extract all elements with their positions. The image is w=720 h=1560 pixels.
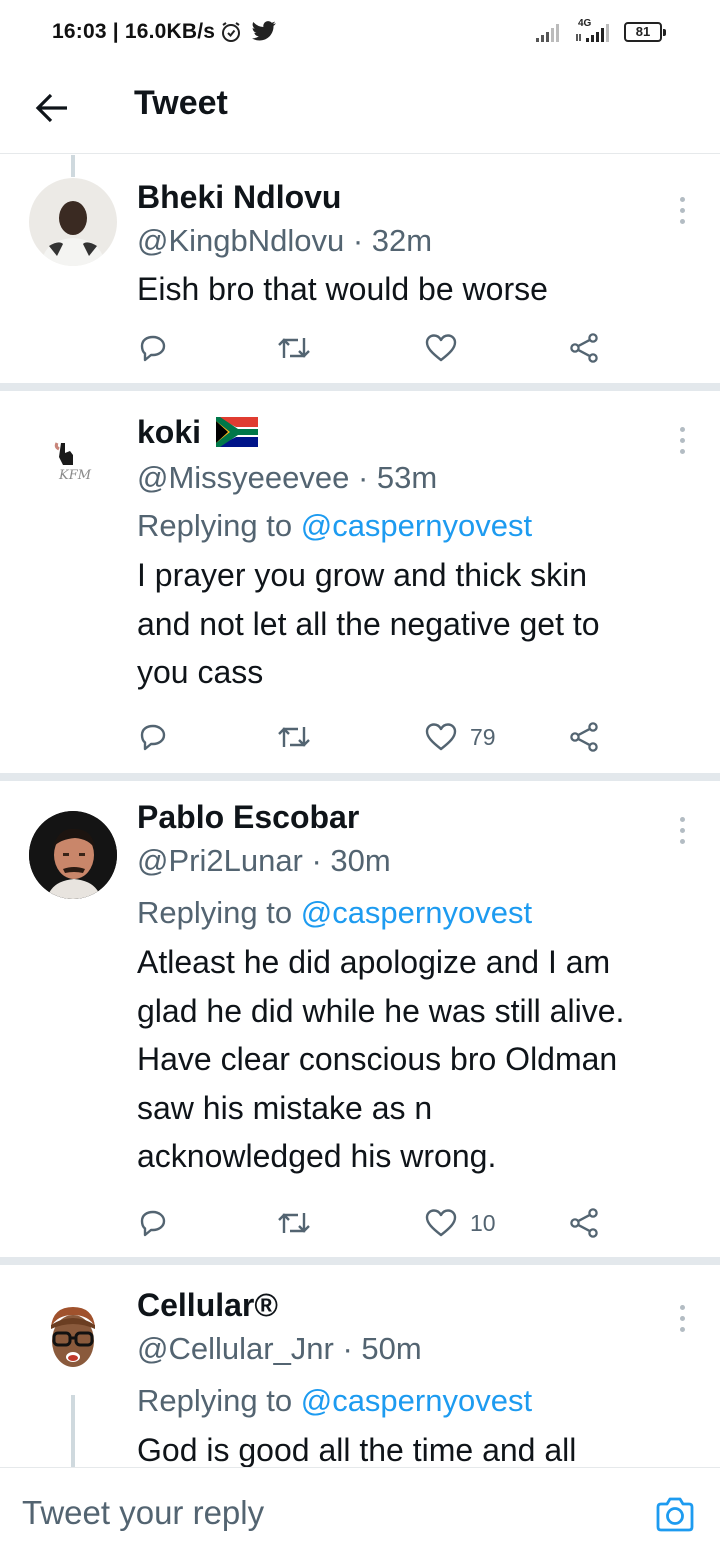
author-name[interactable]: Cellular® [137,1287,278,1324]
thread-line [71,155,75,177]
twitter-bird-icon [252,21,276,41]
signal-4g-icon [576,24,609,42]
more-options-button[interactable] [668,191,698,231]
avatar[interactable] [29,178,117,266]
tweet-actions: 79 [0,717,720,757]
author-handle-time: @Pri2Lunar · 30m [137,843,391,878]
author-name[interactable]: koki [137,414,258,451]
tweet-text: God is good all the time and all [137,1432,577,1467]
tweet-actions [0,328,720,368]
camera-button[interactable] [654,1494,696,1536]
replying-to: Replying to @caspernyovest [137,895,533,930]
app-header: Tweet [0,62,720,154]
share-icon [570,333,598,363]
retweet-icon [278,1213,310,1233]
retweet-icon [278,338,310,358]
avatar[interactable] [29,811,117,899]
author-handle-time: @Cellular_Jnr · 50m [137,1331,422,1366]
retweet-button[interactable] [276,717,312,757]
thread-line [71,1395,75,1467]
tweet-item[interactable]: Cellular® @Cellular_Jnr · 50m Replying t… [0,1265,720,1467]
battery-icon: 81 [624,22,666,42]
tweet-item[interactable]: Bheki Ndlovu @KingbNdlovu · 32m Eish bro… [0,155,720,391]
status-time: 16:03 | 16.0KB/s [52,20,216,43]
signal-icon [536,24,559,42]
replying-to: Replying to @caspernyovest [137,508,533,543]
author-handle-time: @Missyeeevee · 53m [137,460,438,495]
south-africa-flag-icon [215,417,258,447]
tweet-text: I prayer you grow and thick skin and not… [137,557,600,690]
reply-button[interactable] [137,1203,169,1243]
replying-to-mention[interactable]: @caspernyovest [301,508,532,543]
divider [0,773,720,781]
reply-input[interactable] [22,1490,622,1536]
replying-to-mention[interactable]: @caspernyovest [301,1383,532,1418]
reply-button[interactable] [137,328,169,368]
tweet-text: Eish bro that would be worse [137,271,548,307]
more-options-button[interactable] [668,1299,698,1339]
author-name[interactable]: Bheki Ndlovu [137,179,341,216]
heart-icon [425,723,457,751]
divider [0,1257,720,1265]
reply-composer [0,1467,720,1560]
svg-text:KFM: KFM [58,468,92,483]
like-count: 10 [470,1209,496,1236]
tweet-item[interactable]: KFM koki @Missyeeevee · 53m Replying to … [0,391,720,781]
like-button[interactable]: 10 [424,1203,496,1243]
reply-icon [140,335,166,362]
replying-to: Replying to @caspernyovest [137,1383,533,1418]
share-icon [570,1208,598,1238]
reply-icon [140,1210,166,1237]
replying-to-mention[interactable]: @caspernyovest [301,895,532,930]
retweet-button[interactable] [276,1203,312,1243]
heart-icon [425,334,457,362]
more-options-button[interactable] [668,811,698,851]
status-bar: 16:03 | 16.0KB/s 4G 81 [0,0,720,62]
share-button[interactable] [568,717,600,757]
tweet-actions: 10 [0,1203,720,1243]
retweet-button[interactable] [276,328,312,368]
author-name[interactable]: Pablo Escobar [137,799,359,836]
heart-icon [425,1209,457,1237]
like-count: 79 [470,723,496,750]
page-title: Tweet [134,84,228,122]
avatar[interactable] [29,1297,117,1385]
reply-icon [140,724,166,751]
author-handle-time: @KingbNdlovu · 32m [137,223,433,258]
tweet-text: Atleast he did apologize and I am glad h… [137,944,625,1174]
like-button[interactable]: 79 [424,717,496,757]
like-button[interactable] [424,328,470,368]
reply-feed[interactable]: Bheki Ndlovu @KingbNdlovu · 32m Eish bro… [0,155,720,1467]
battery-level: 81 [635,24,651,39]
retweet-icon [278,727,310,747]
arrow-left-icon [35,93,67,123]
more-options-button[interactable] [668,421,698,461]
tweet-item[interactable]: Pablo Escobar @Pri2Lunar · 30m Replying … [0,781,720,1265]
share-icon [570,722,598,752]
reply-button[interactable] [137,717,169,757]
camera-icon [656,1497,694,1532]
avatar[interactable]: KFM [29,421,117,509]
share-button[interactable] [568,1203,600,1243]
alarm-icon [222,22,240,42]
share-button[interactable] [568,328,600,368]
back-button[interactable] [26,82,78,134]
divider [0,383,720,391]
